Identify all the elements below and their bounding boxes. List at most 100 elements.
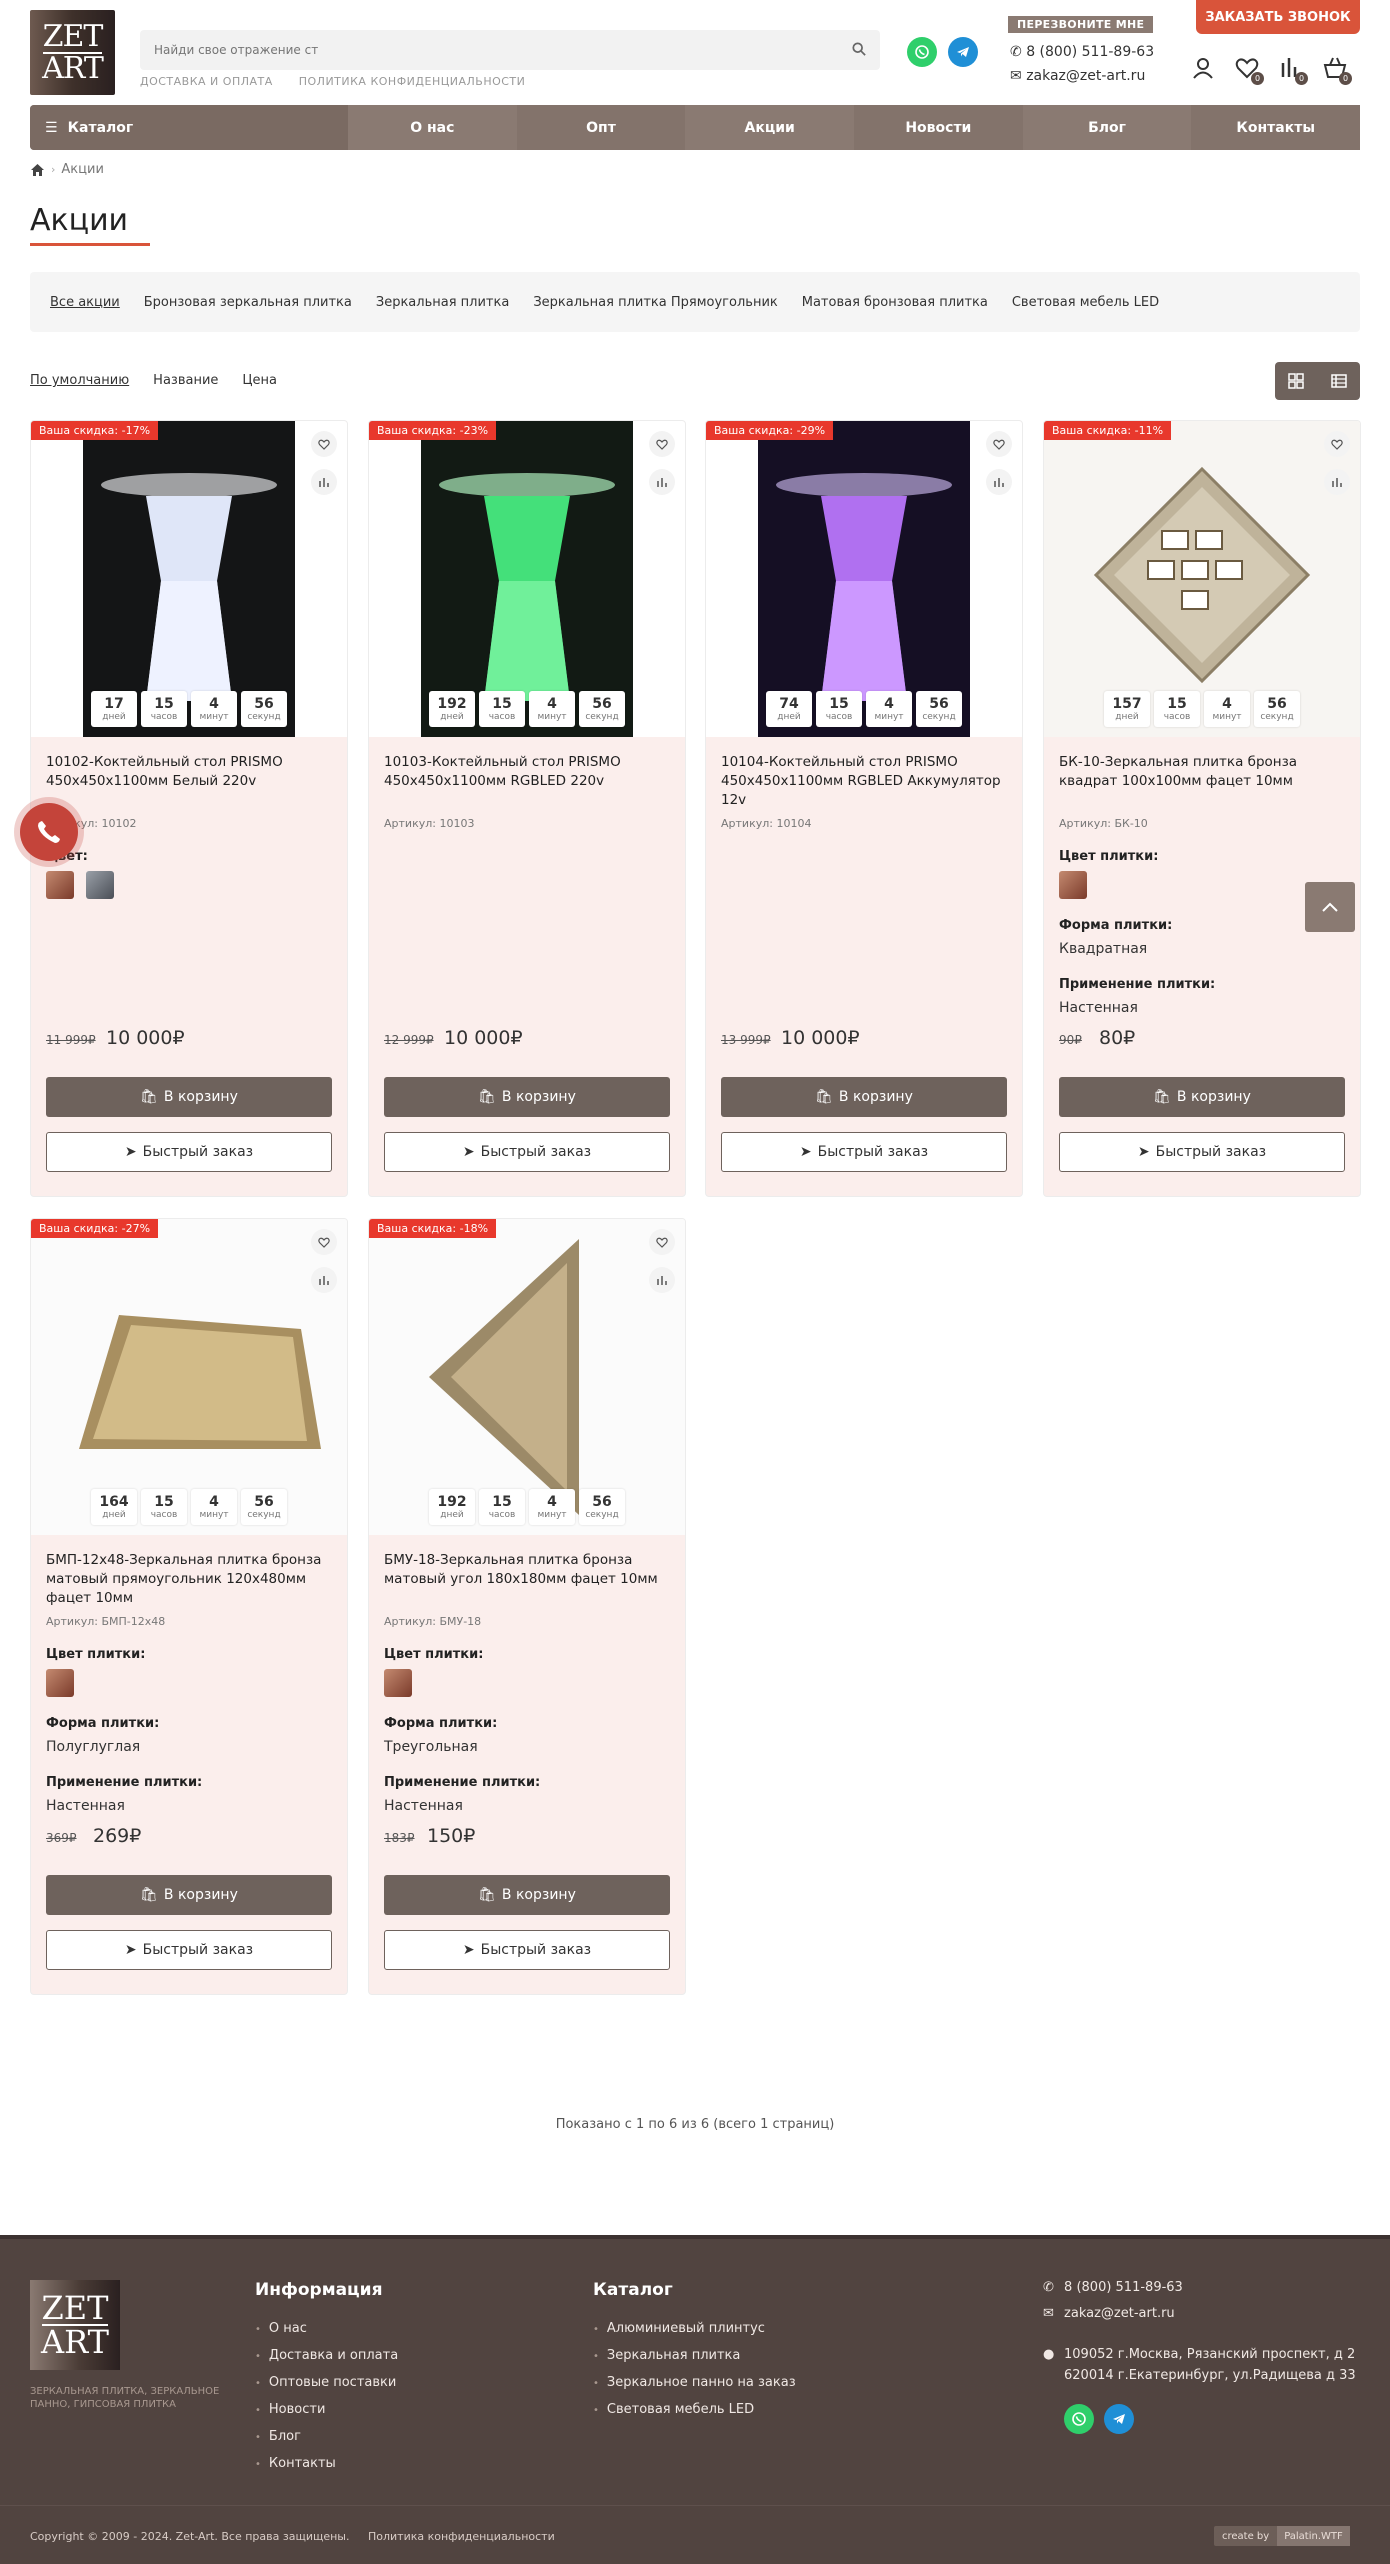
catalog-menu-button[interactable]: ☰ Каталог [30,105,348,150]
heart-icon[interactable] [311,1229,337,1255]
heart-icon[interactable] [649,1229,675,1255]
quick-order-button[interactable]: ➤ Быстрый заказ [384,1930,670,1970]
product-image[interactable] [31,1219,347,1535]
heart-icon[interactable] [1324,431,1350,457]
compare-bar-icon[interactable] [1324,469,1350,495]
product-name[interactable]: 10104-Коктейльный стол PRISMO 450х450х11… [721,753,1011,810]
add-to-cart-button[interactable]: 🛍 В корзину [384,1875,670,1915]
footer-whatsapp-icon[interactable] [1064,2404,1094,2434]
nav-item-about[interactable]: О нас [348,105,517,150]
footer-link-contacts[interactable]: Контакты [255,2451,398,2478]
heart-icon[interactable] [311,431,337,457]
footer-phone[interactable]: ✆ 8 (800) 511-89-63 [1043,2280,1183,2295]
sort-price[interactable]: Цена [242,373,277,388]
add-to-cart-button[interactable]: 🛍 В корзину [1059,1077,1345,1117]
bag-icon: 🛍 [140,1887,158,1903]
compare-bar-icon[interactable] [649,1267,675,1293]
header-email[interactable]: ✉ zakaz@zet-art.ru [1010,68,1145,84]
search-input[interactable] [154,43,834,57]
nav-item-contacts[interactable]: Контакты [1191,105,1361,150]
compare-bar-icon[interactable] [311,1267,337,1293]
color-swatch[interactable] [384,1669,412,1697]
order-call-button[interactable]: ЗАКАЗАТЬ ЗВОНОК [1196,0,1360,34]
footer-link-blog[interactable]: Блог [255,2424,398,2451]
privacy-link[interactable]: ПОЛИТИКА КОНФИДЕНЦИАЛЬНОСТИ [299,75,526,88]
color-swatch[interactable] [46,1669,74,1697]
filter-led-furniture[interactable]: Световая мебель LED [1012,295,1159,310]
color-swatch[interactable] [46,871,74,899]
footer-privacy-link[interactable]: Политика конфиденциальности [368,2530,555,2543]
user-icon[interactable] [1190,55,1216,81]
product-image[interactable] [1044,421,1360,737]
compare-icon[interactable]: 0 [1278,55,1308,85]
filter-matte-bronze-tile[interactable]: Матовая бронзовая плитка [802,295,988,310]
add-to-cart-label: В корзину [501,1887,576,1903]
callback-label[interactable]: ПЕРЕЗВОНИТЕ МНЕ [1008,16,1154,33]
search-bar[interactable] [140,30,880,70]
home-icon[interactable] [30,163,45,177]
footer-link-news[interactable]: Новости [255,2397,398,2424]
filter-mirror-tile[interactable]: Зеркальная плитка [376,295,509,310]
delivery-link[interactable]: ДОСТАВКА И ОПЛАТА [140,75,273,88]
sort-name[interactable]: Название [153,373,218,388]
footer-link-plinth[interactable]: Алюминиевый плинтус [593,2316,796,2343]
header-phone[interactable]: ✆ 8 (800) 511-89-63 [1010,44,1154,60]
compare-bar-icon[interactable] [986,469,1012,495]
filter-bronze-mirror-tile[interactable]: Бронзовая зеркальная плитка [144,295,352,310]
quick-order-button[interactable]: ➤ Быстрый заказ [721,1132,1007,1172]
filter-all[interactable]: Все акции [50,295,120,310]
product-name[interactable]: 10102-Коктейльный стол PRISMO 450х450х11… [46,753,336,791]
footer-link-mirror-tile[interactable]: Зеркальная плитка [593,2343,796,2370]
wishlist-icon[interactable]: 0 [1234,55,1264,85]
add-to-cart-button[interactable]: 🛍 В корзину [46,1077,332,1117]
timer-minutes-label: минут [199,712,229,722]
color-swatch[interactable] [1059,871,1087,899]
nav-item-blog[interactable]: Блог [1023,105,1192,150]
scroll-to-top-button[interactable] [1305,882,1355,932]
footer-link-mirror-panel[interactable]: Зеркальное панно на заказ [593,2370,796,2397]
quick-order-label: Быстрый заказ [142,1144,254,1160]
nav-item-wholesale[interactable]: Опт [516,105,686,150]
footer-email[interactable]: ✉ zakaz@zet-art.ru [1043,2306,1175,2321]
footer-telegram-icon[interactable] [1104,2404,1134,2434]
quick-order-button[interactable]: ➤ Быстрый заказ [1059,1132,1345,1172]
heart-icon[interactable] [986,431,1012,457]
quick-order-button[interactable]: ➤ Быстрый заказ [384,1132,670,1172]
add-to-cart-button[interactable]: 🛍 В корзину [46,1875,332,1915]
list-view-icon[interactable] [1318,362,1361,400]
grid-view-icon[interactable] [1275,362,1318,400]
footer-link-about[interactable]: О нас [255,2316,398,2343]
product-image[interactable] [706,421,1022,737]
add-to-cart-button[interactable]: 🛍 В корзину [721,1077,1007,1117]
telegram-icon[interactable] [948,37,978,67]
site-logo[interactable]: ZET ART [30,10,115,95]
product-name[interactable]: БК-10-Зеркальная плитка бронза квадрат 1… [1059,753,1349,791]
product-image[interactable] [31,421,347,737]
compare-bar-icon[interactable] [649,469,675,495]
product-name[interactable]: БМУ-18-Зеркальная плитка бронза матовый … [384,1551,674,1589]
color-swatch[interactable] [86,871,114,899]
product-name[interactable]: БМП-12х48-Зеркальная плитка бронза матов… [46,1551,336,1608]
product-image[interactable] [369,421,685,737]
product-name[interactable]: 10103-Коктейльный стол PRISMO 450х450х11… [384,753,674,791]
nav-item-news[interactable]: Новости [854,105,1023,150]
sort-default[interactable]: По умолчанию [30,373,129,388]
product-image[interactable] [369,1219,685,1535]
filter-mirror-tile-rectangle[interactable]: Зеркальная плитка Прямоугольник [533,295,777,310]
compare-bar-icon[interactable] [311,469,337,495]
developer-credit[interactable]: create by Palatin.WTF [1214,2526,1350,2546]
heart-icon[interactable] [649,431,675,457]
quick-order-button[interactable]: ➤ Быстрый заказ [46,1132,332,1172]
quick-order-button[interactable]: ➤ Быстрый заказ [46,1930,332,1970]
add-to-cart-button[interactable]: 🛍 В корзину [384,1077,670,1117]
footer-link-wholesale[interactable]: Оптовые поставки [255,2370,398,2397]
nav-item-promotions[interactable]: Акции [685,105,854,150]
search-icon[interactable] [852,42,866,56]
footer-logo[interactable]: ZET ART [30,2280,120,2370]
whatsapp-icon[interactable] [907,37,937,67]
cart-icon[interactable]: 0 [1322,55,1352,85]
footer-link-led[interactable]: Световая мебель LED [593,2397,796,2424]
footer-link-delivery[interactable]: Доставка и оплата [255,2343,398,2370]
timer-seconds-label: секунд [247,712,281,722]
floating-call-button[interactable] [20,803,78,861]
